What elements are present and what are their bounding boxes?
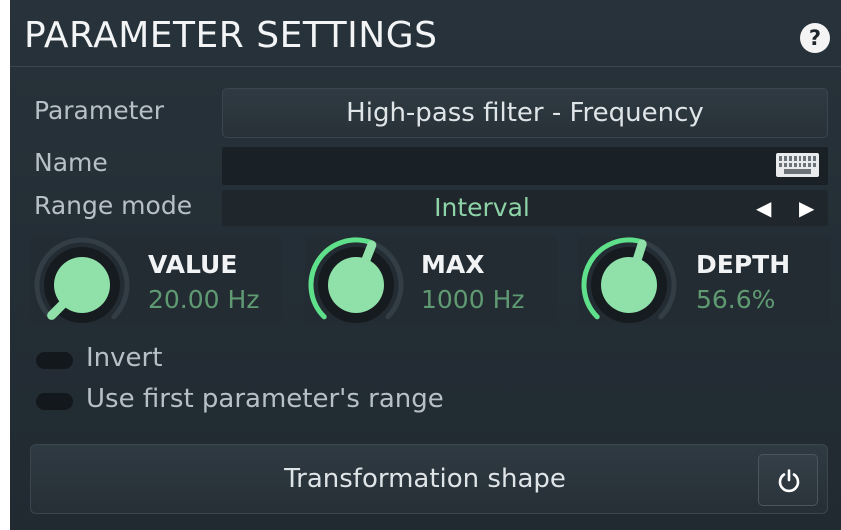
depth-knob[interactable] [577,233,681,333]
range-mode-value: Interval [434,193,530,222]
parameter-select-button[interactable]: High-pass filter - Frequency [222,88,828,138]
value-knob-label: VALUE [148,250,238,279]
use-first-range-toggle[interactable] [36,393,73,410]
help-icon[interactable]: ? [800,23,830,53]
invert-label: Invert [86,343,163,373]
header-divider [10,66,841,67]
max-knob-readout: 1000 Hz [421,285,525,314]
power-icon [778,469,800,493]
depth-knob-label: DEPTH [696,250,791,279]
name-field[interactable] [222,147,828,185]
max-knob[interactable] [304,233,408,333]
panel-title: PARAMETER SETTINGS [24,15,438,56]
transformation-power-button[interactable] [758,454,818,506]
depth-knob-readout: 56.6% [696,285,776,314]
keyboard-icon[interactable] [776,153,819,177]
parameter-label: Parameter [34,96,165,125]
use-first-range-label: Use first parameter's range [86,384,444,414]
range-mode-label: Range mode [34,191,193,220]
range-mode-prev-arrow[interactable]: ◀ [756,197,771,219]
range-mode-next-arrow[interactable]: ▶ [799,197,814,219]
invert-toggle[interactable] [36,352,73,369]
value-knob[interactable] [30,233,134,333]
name-label: Name [34,148,108,177]
max-knob-label: MAX [421,250,485,279]
transformation-shape-label: Transformation shape [284,464,566,494]
value-knob-readout: 20.00 Hz [148,285,260,314]
